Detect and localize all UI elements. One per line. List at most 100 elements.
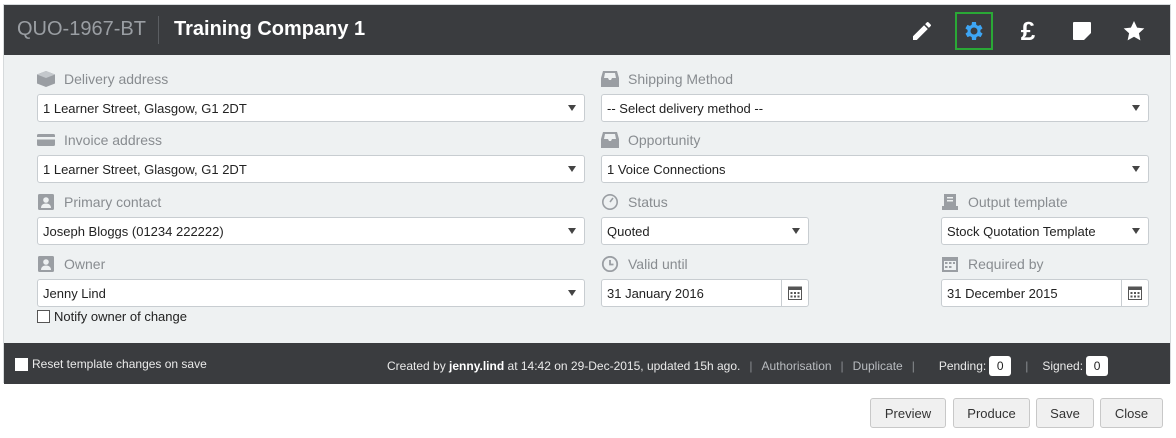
footer-bar: Reset template changes on save Created b… — [4, 343, 1170, 384]
quote-reference: QUO-1967-BT — [17, 18, 146, 40]
owner-select[interactable]: Jenny Lind — [37, 279, 585, 307]
star-icon — [1123, 21, 1145, 41]
reset-template-checkbox-box[interactable] — [15, 357, 28, 371]
chevron-down-icon — [1132, 228, 1140, 234]
pending-count-badge[interactable]: 0 — [989, 356, 1012, 376]
status-value: Quoted — [607, 223, 650, 239]
pencil-icon — [913, 21, 932, 40]
chevron-down-icon — [568, 290, 576, 296]
notes-button[interactable] — [1063, 12, 1101, 50]
primary-contact-select[interactable]: Joseph Bloggs (01234 222222) — [37, 217, 585, 245]
signed-label: Signed: — [1042, 359, 1084, 373]
owner-label-text: Owner — [64, 256, 106, 272]
delivery-address-value: 1 Learner Street, Glasgow, G1 2DT — [43, 100, 247, 116]
valid-until-label-text: Valid until — [628, 256, 688, 272]
edit-button[interactable] — [903, 12, 941, 50]
invoice-address-label: Invoice address — [37, 131, 162, 149]
chevron-down-icon — [1132, 105, 1140, 111]
card-icon — [37, 134, 55, 146]
primary-contact-label-text: Primary contact — [64, 194, 162, 210]
inbox-icon — [601, 132, 619, 148]
valid-until-value: 31 January 2016 — [607, 285, 704, 301]
inbox-icon — [601, 71, 619, 87]
dashboard-icon — [602, 194, 618, 210]
output-template-value: Stock Quotation Template — [947, 223, 1096, 239]
output-template-label: Output template — [941, 193, 1068, 211]
chevron-down-icon — [1132, 166, 1140, 172]
opportunity-value: 1 Voice Connections — [607, 161, 726, 177]
primary-contact-value: Joseph Bloggs (01234 222222) — [43, 223, 224, 239]
output-template-label-text: Output template — [968, 194, 1068, 210]
owner-label: Owner — [37, 255, 105, 273]
chevron-down-icon — [568, 228, 576, 234]
chevron-down-icon — [568, 105, 576, 111]
close-button[interactable]: Close — [1100, 398, 1163, 428]
audit-info: Created by jenny.lind at 14:42 on 29-Dec… — [387, 356, 1109, 376]
opportunity-select[interactable]: 1 Voice Connections — [601, 155, 1149, 183]
status-label-text: Status — [628, 194, 668, 210]
duplicate-link[interactable]: Duplicate — [853, 359, 903, 373]
reset-template-checkbox[interactable]: Reset template changes on save — [15, 357, 207, 371]
opportunity-label: Opportunity — [601, 131, 700, 149]
delivery-address-label-text: Delivery address — [64, 71, 169, 87]
created-prefix: Created by — [387, 359, 446, 373]
created-suffix: at 14:42 on 29-Dec-2015, updated 15h ago… — [507, 359, 741, 373]
save-button[interactable]: Save — [1036, 398, 1094, 428]
footer-separator: | — [911, 359, 915, 373]
favourite-button[interactable] — [1115, 12, 1153, 50]
valid-until-label: Valid until — [601, 255, 688, 273]
contact-icon — [38, 194, 54, 210]
status-label: Status — [601, 193, 668, 211]
pound-icon: £ — [1020, 16, 1036, 46]
footer-separator: | — [1025, 359, 1029, 373]
primary-contact-label: Primary contact — [37, 193, 161, 211]
notify-owner-checkbox-box[interactable] — [37, 310, 50, 323]
produce-button[interactable]: Produce — [953, 398, 1030, 428]
shipping-method-label: Shipping Method — [601, 70, 733, 88]
created-user: jenny.lind — [449, 359, 505, 373]
header-divider — [158, 16, 159, 44]
company-name: Training Company 1 — [174, 18, 366, 40]
invoice-address-select[interactable]: 1 Learner Street, Glasgow, G1 2DT — [37, 155, 585, 183]
reset-template-label: Reset template changes on save — [32, 357, 207, 371]
header-bar: QUO-1967-BT Training Company 1 £ — [4, 5, 1170, 55]
note-icon — [1073, 22, 1091, 40]
shipping-method-value: -- Select delivery method -- — [607, 100, 764, 116]
required-by-input[interactable]: 31 December 2015 — [941, 279, 1149, 307]
shipping-method-select[interactable]: -- Select delivery method -- — [601, 94, 1149, 122]
signed-count-badge[interactable]: 0 — [1086, 356, 1109, 376]
shipping-method-label-text: Shipping Method — [628, 71, 734, 87]
chevron-down-icon — [568, 166, 576, 172]
quotation-window: QUO-1967-BT Training Company 1 £ Deliver… — [3, 4, 1171, 384]
printer-icon — [942, 194, 958, 210]
valid-until-calendar-button[interactable] — [781, 280, 808, 306]
box-icon — [37, 71, 55, 87]
status-select[interactable]: Quoted — [601, 217, 809, 245]
owner-value: Jenny Lind — [43, 285, 106, 301]
notify-owner-label: Notify owner of change — [54, 309, 187, 324]
output-template-select[interactable]: Stock Quotation Template — [941, 217, 1149, 245]
contact-icon — [38, 256, 54, 272]
calendar-icon — [1128, 286, 1142, 300]
chevron-down-icon — [792, 228, 800, 234]
gear-icon — [965, 22, 983, 40]
required-by-label: Required by — [941, 255, 1044, 273]
valid-until-input[interactable]: 31 January 2016 — [601, 279, 809, 307]
calendar-icon — [942, 257, 958, 272]
settings-button[interactable] — [955, 12, 993, 50]
calendar-icon — [788, 286, 802, 300]
delivery-address-select[interactable]: 1 Learner Street, Glasgow, G1 2DT — [37, 94, 585, 122]
opportunity-label-text: Opportunity — [628, 132, 701, 148]
authorisation-link[interactable]: Authorisation — [762, 359, 832, 373]
required-by-value: 31 December 2015 — [947, 285, 1058, 301]
footer-separator: | — [749, 359, 753, 373]
required-by-label-text: Required by — [968, 256, 1044, 272]
required-by-calendar-button[interactable] — [1121, 280, 1148, 306]
notify-owner-checkbox[interactable]: Notify owner of change — [37, 309, 187, 324]
footer-separator: | — [840, 359, 844, 373]
preview-button[interactable]: Preview — [870, 398, 946, 428]
clock-icon — [601, 256, 619, 272]
pricing-button[interactable]: £ — [1009, 12, 1047, 50]
invoice-address-value: 1 Learner Street, Glasgow, G1 2DT — [43, 161, 247, 177]
delivery-address-label: Delivery address — [37, 70, 168, 88]
